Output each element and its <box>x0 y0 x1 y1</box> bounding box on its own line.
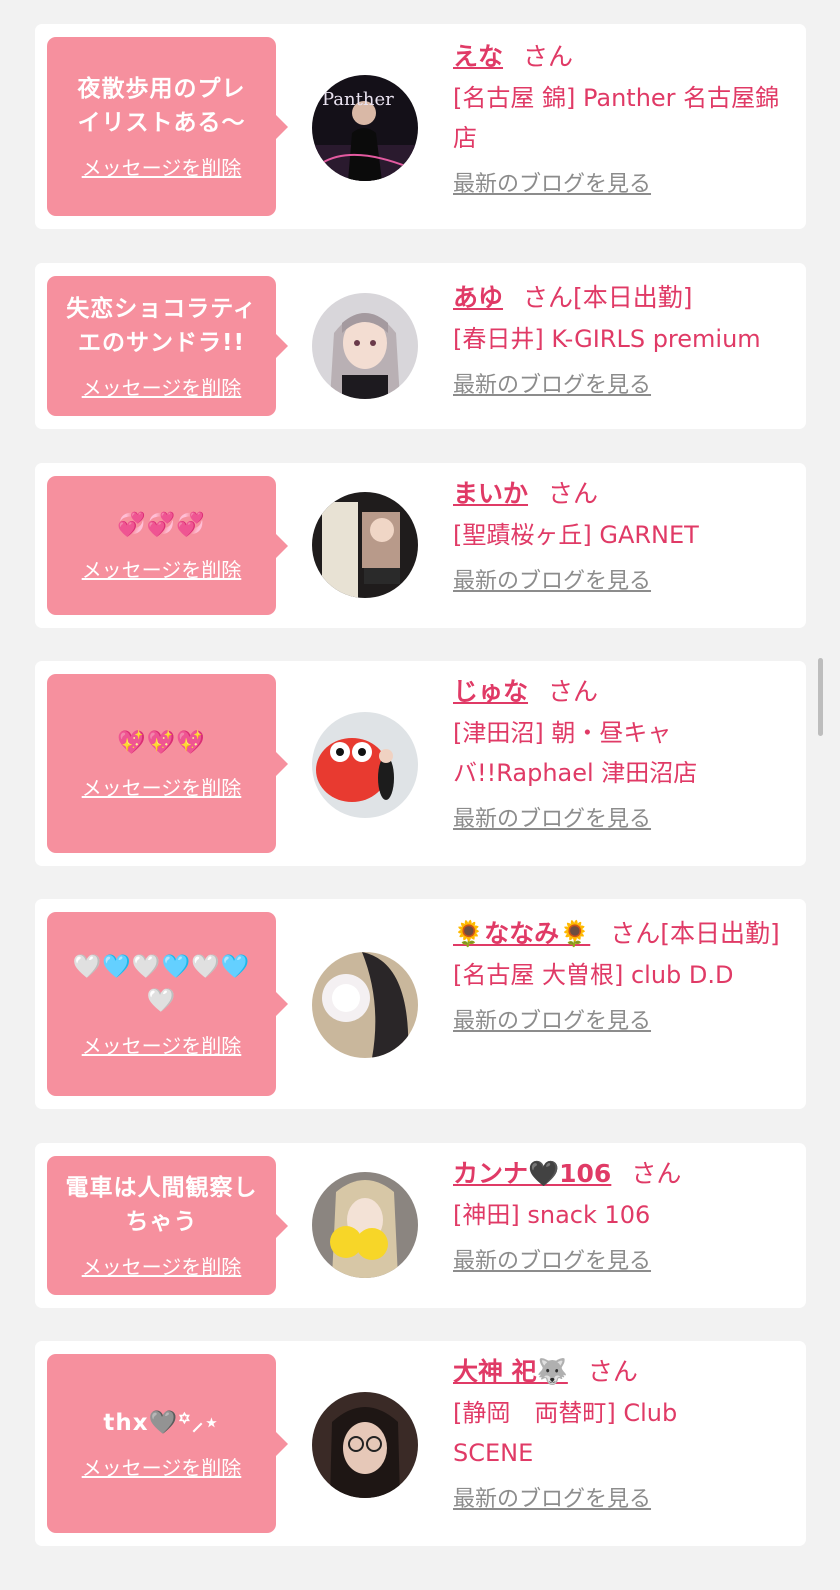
honorific: さん <box>587 1357 638 1386</box>
cast-info: 大神 祀🐺 さん [静岡 両替町] Club SCENE 最新のブログを見る <box>453 1351 793 1513</box>
status-text: [本日出勤] <box>660 919 780 948</box>
message-bubble: 電車は人間観察しちゃう メッセージを削除 <box>47 1156 288 1295</box>
delete-message-button[interactable]: メッセージを削除 <box>82 1030 242 1059</box>
shop-name: [静岡 両替町] Club SCENE <box>453 1399 678 1467</box>
cast-info: えな さん [名古屋 錦] Panther 名古屋錦店 最新のブログを見る <box>453 36 793 198</box>
message-card: 電車は人間観察しちゃう メッセージを削除 カンナ🖤106 さん [神田] snac… <box>35 1143 806 1308</box>
latest-blog-link[interactable]: 最新のブログを見る <box>453 367 651 399</box>
avatar[interactable] <box>312 952 418 1058</box>
message-bubble: 💖💖💖 メッセージを削除 <box>47 674 288 853</box>
delete-message-button[interactable]: メッセージを削除 <box>82 772 242 801</box>
avatar[interactable] <box>312 1172 418 1278</box>
message-card: 🤍🩵🤍🩵🤍🩵🤍 メッセージを削除 🌻ななみ🌻 さん[本日出勤] [名古屋 大曽根]… <box>35 899 806 1109</box>
delete-message-button[interactable]: メッセージを削除 <box>82 372 242 401</box>
message-bubble: 🤍🩵🤍🩵🤍🩵🤍 メッセージを削除 <box>47 912 288 1096</box>
shop-name: [津田沼] 朝・昼キャバ!!Raphael 津田沼店 <box>453 719 698 787</box>
honorific: さん <box>523 42 574 71</box>
cast-info: あゆ さん[本日出勤] [春日井] K-GIRLS premium 最新のブログを… <box>453 277 798 399</box>
honorific: さん <box>548 479 599 508</box>
latest-blog-link[interactable]: 最新のブログを見る <box>453 1243 651 1275</box>
message-text: 失恋ショコラティエのサンドラ!! <box>66 295 257 356</box>
name-line: じゅな さん <box>453 671 793 713</box>
honorific: さん <box>610 919 661 948</box>
delete-message-button[interactable]: メッセージを削除 <box>82 1251 242 1280</box>
name-line: 🌻ななみ🌻 さん[本日出勤] <box>453 913 793 955</box>
message-card: 夜散歩用のプレイリストある〜 メッセージを削除 Panther えな さん [名古… <box>35 24 806 229</box>
name-line: えな さん <box>453 36 793 78</box>
message-bubble: 夜散歩用のプレイリストある〜 メッセージを削除 <box>47 37 288 216</box>
message-bubble: thx🩶꙳⸝⋆ メッセージを削除 <box>47 1354 288 1533</box>
delete-message-button[interactable]: メッセージを削除 <box>82 554 242 583</box>
delete-message-button[interactable]: メッセージを削除 <box>82 1452 242 1481</box>
message-text: 💞💞💞 <box>117 512 206 538</box>
cast-name-link[interactable]: まいか <box>453 479 528 508</box>
latest-blog-link[interactable]: 最新のブログを見る <box>453 801 651 833</box>
avatar[interactable] <box>312 712 418 818</box>
latest-blog-link[interactable]: 最新のブログを見る <box>453 563 651 595</box>
message-bubble: 失恋ショコラティエのサンドラ!! メッセージを削除 <box>47 276 288 416</box>
message-card: thx🩶꙳⸝⋆ メッセージを削除 大神 祀🐺 さん [静岡 両替町] Club S… <box>35 1341 806 1546</box>
message-card: 失恋ショコラティエのサンドラ!! メッセージを削除 あゆ さん[本日出勤] [春日… <box>35 263 806 429</box>
cast-name-link[interactable]: あゆ <box>453 283 503 312</box>
status-text: [本日出勤] <box>573 283 693 312</box>
delete-message-button[interactable]: メッセージを削除 <box>82 152 242 181</box>
message-bubble: 💞💞💞 メッセージを削除 <box>47 476 288 615</box>
cast-name-link[interactable]: えな <box>453 42 503 71</box>
cast-name-link[interactable]: じゅな <box>453 677 528 706</box>
cast-info: カンナ🖤106 さん [神田] snack 106 最新のブログを見る <box>453 1153 793 1275</box>
honorific: さん <box>631 1159 682 1188</box>
cast-info: まいか さん [聖蹟桜ヶ丘] GARNET 最新のブログを見る <box>453 473 793 595</box>
message-text: 電車は人間観察しちゃう <box>65 1175 258 1235</box>
latest-blog-link[interactable]: 最新のブログを見る <box>453 1003 651 1035</box>
cast-name-link[interactable]: カンナ🖤106 <box>453 1159 611 1188</box>
honorific: さん <box>523 283 574 312</box>
name-line: まいか さん <box>453 473 793 515</box>
avatar[interactable] <box>312 1392 418 1498</box>
name-line: 大神 祀🐺 さん <box>453 1351 793 1393</box>
scrollbar[interactable] <box>818 658 823 736</box>
latest-blog-link[interactable]: 最新のブログを見る <box>453 166 651 198</box>
shop-name: [春日井] K-GIRLS premium <box>453 325 761 353</box>
message-text: 🤍🩵🤍🩵🤍🩵🤍 <box>72 953 251 1014</box>
shop-name: [聖蹟桜ヶ丘] GARNET <box>453 521 699 549</box>
message-text: 💖💖💖 <box>117 730 206 756</box>
cast-info: 🌻ななみ🌻 さん[本日出勤] [名古屋 大曽根] club D.D 最新のブログを… <box>453 913 793 1035</box>
shop-name: [名古屋 大曽根] club D.D <box>453 961 734 989</box>
cast-name-link[interactable]: 大神 祀🐺 <box>453 1357 568 1386</box>
avatar[interactable] <box>312 293 418 399</box>
message-card: 💖💖💖 メッセージを削除 じゅな さん [津田沼] 朝・昼キャバ!!Raphael… <box>35 661 806 866</box>
name-line: カンナ🖤106 さん <box>453 1153 793 1195</box>
shop-name: [神田] snack 106 <box>453 1201 651 1229</box>
avatar-logo-text: Panther <box>322 89 394 110</box>
message-text: 夜散歩用のプレイリストある〜 <box>77 76 246 136</box>
name-line: あゆ さん[本日出勤] <box>453 277 798 319</box>
avatar[interactable] <box>312 492 418 598</box>
latest-blog-link[interactable]: 最新のブログを見る <box>453 1481 651 1513</box>
shop-name: [名古屋 錦] Panther 名古屋錦店 <box>453 84 780 152</box>
message-card: 💞💞💞 メッセージを削除 まいか さん [聖蹟桜ヶ丘] GARNET 最新のブログ… <box>35 463 806 628</box>
cast-info: じゅな さん [津田沼] 朝・昼キャバ!!Raphael 津田沼店 最新のブログを… <box>453 671 793 833</box>
honorific: さん <box>548 677 599 706</box>
cast-name-link[interactable]: 🌻ななみ🌻 <box>453 919 590 948</box>
message-text: thx🩶꙳⸝⋆ <box>103 1410 220 1436</box>
avatar[interactable]: Panther <box>312 75 418 181</box>
